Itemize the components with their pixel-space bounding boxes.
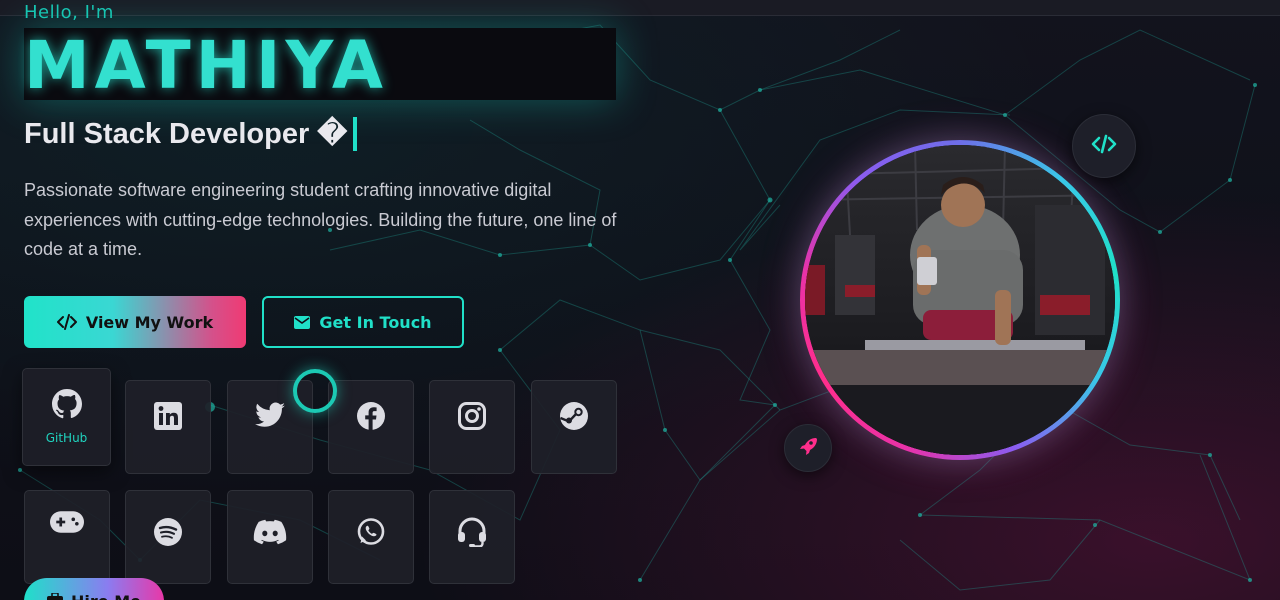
get-in-touch-button[interactable]: Get In Touch	[262, 296, 464, 348]
social-github[interactable]: GitHub	[22, 368, 111, 466]
gamepad-icon	[50, 505, 84, 539]
view-work-label: View My Work	[85, 312, 214, 332]
social-gaming[interactable]	[24, 490, 110, 584]
headset-icon	[455, 515, 489, 549]
view-work-button[interactable]: View My Work	[24, 296, 246, 348]
code-icon	[56, 314, 77, 330]
linkedin-icon	[151, 399, 185, 433]
social-linkedin[interactable]	[125, 380, 211, 474]
top-bar	[0, 0, 1280, 16]
social-steam[interactable]	[531, 380, 617, 474]
envelope-icon	[294, 315, 311, 329]
discord-icon	[253, 515, 287, 549]
social-instagram[interactable]	[429, 380, 515, 474]
typing-cursor	[353, 117, 358, 151]
social-spotify[interactable]	[125, 490, 211, 584]
briefcase-icon	[47, 592, 64, 600]
instagram-icon	[455, 399, 489, 433]
code-icon	[1091, 134, 1117, 158]
facebook-icon	[354, 399, 388, 433]
bio-text: Passionate software engineering student …	[24, 180, 617, 259]
profile-avatar	[800, 140, 1120, 460]
social-support[interactable]	[429, 490, 515, 584]
role-line: Full Stack Developer �	[24, 114, 358, 154]
portfolio-page: Hello, I'm MATHIYA Full Stack Developer …	[0, 0, 1280, 600]
github-label: GitHub	[45, 431, 88, 445]
hire-me-label: Hire Me	[71, 592, 141, 600]
rocket-icon	[799, 437, 817, 459]
code-badge	[1072, 114, 1136, 178]
hire-me-button[interactable]: Hire Me	[24, 578, 164, 600]
social-discord[interactable]	[227, 490, 313, 584]
name-highlight: MATHIYA	[24, 28, 616, 104]
social-facebook[interactable]	[328, 380, 414, 474]
get-in-touch-label: Get In Touch	[319, 312, 432, 332]
hero-name: MATHIYA	[24, 27, 389, 104]
social-whatsapp[interactable]	[328, 490, 414, 584]
greeting-text: Hello, I'm	[24, 2, 114, 23]
rocket-badge	[784, 424, 832, 472]
twitter-icon	[253, 399, 287, 433]
steam-icon	[557, 399, 591, 433]
social-twitter[interactable]	[227, 380, 313, 474]
whatsapp-icon	[354, 515, 388, 549]
spotify-icon	[151, 515, 185, 549]
role-text: Full Stack Developer �	[24, 118, 348, 150]
profile-photo	[805, 145, 1115, 455]
github-icon	[50, 387, 84, 421]
